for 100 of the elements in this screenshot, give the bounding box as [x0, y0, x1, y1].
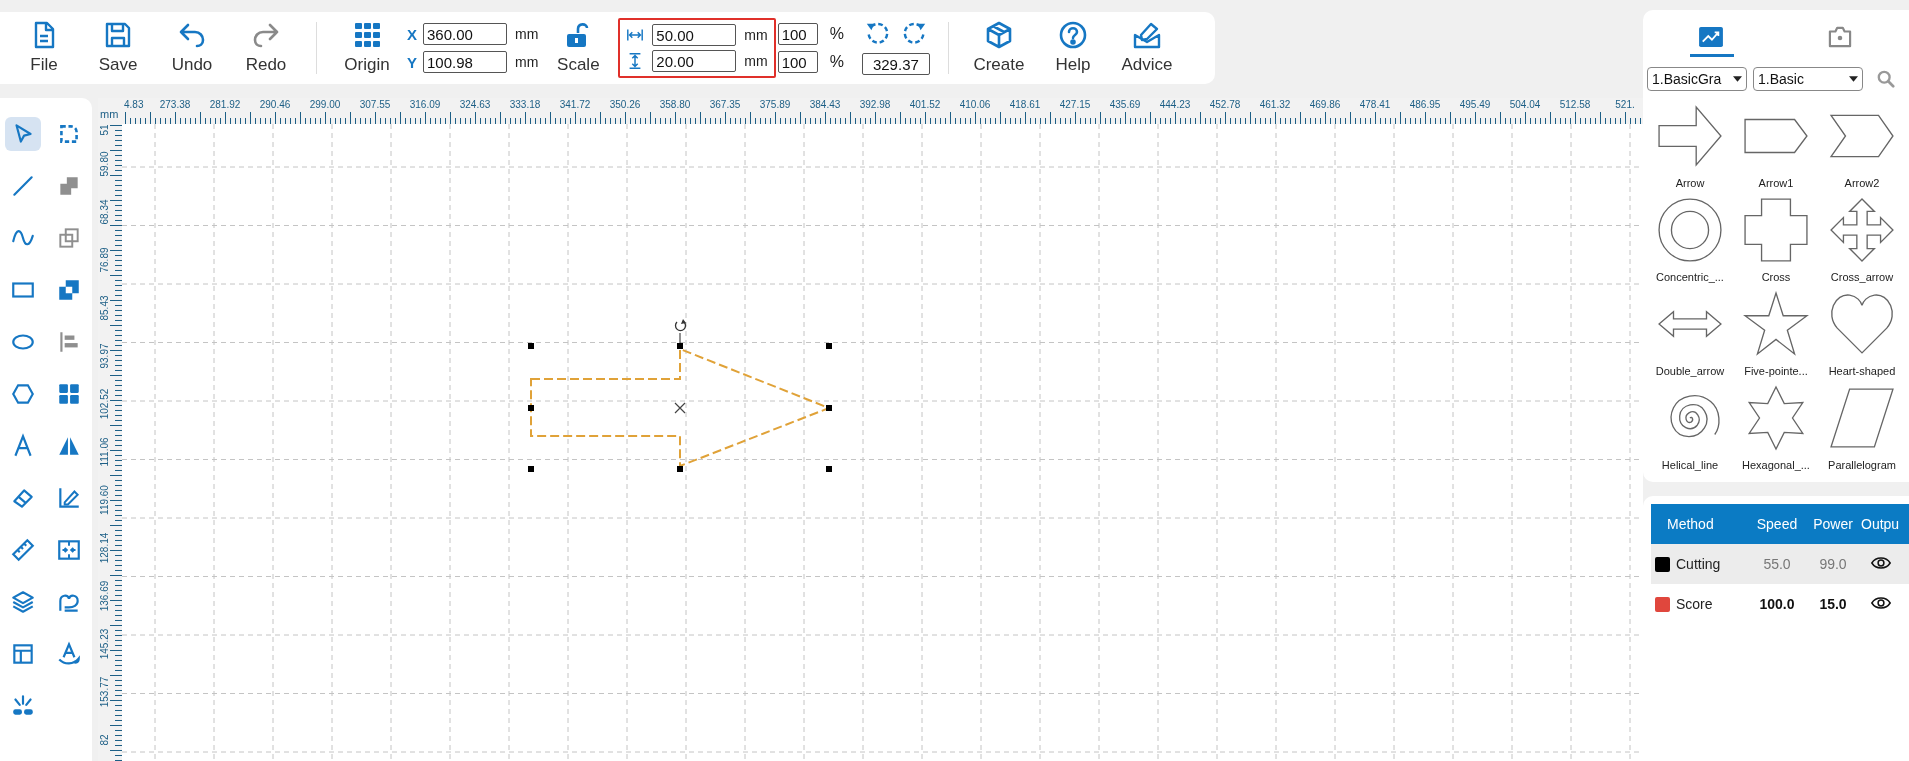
ruler-label: 367.35: [709, 99, 741, 110]
ruler-label: 401.52: [909, 99, 941, 110]
x-label: X: [407, 25, 418, 43]
save-icon: [104, 21, 132, 49]
shape-item[interactable]: Arrow1: [1733, 99, 1819, 193]
ruler-label: 82: [98, 734, 110, 746]
ruler-label: 51: [98, 124, 110, 136]
grid-icon: [353, 21, 381, 49]
text-on-path-icon: [56, 641, 82, 667]
x-field[interactable]: 360.00: [423, 23, 507, 45]
search-icon[interactable]: [1877, 70, 1895, 88]
y-label: Y: [407, 53, 418, 71]
ruler-label: 4.83: [124, 99, 144, 110]
ruler-label: 299.00: [309, 99, 341, 110]
shape-item[interactable]: Arrow: [1647, 99, 1733, 193]
layer-row[interactable]: Score 100.0 15.0: [1651, 584, 1909, 624]
hexagon-icon: [10, 381, 36, 407]
ruler-label: 273.38: [159, 99, 191, 110]
eye-icon[interactable]: [1871, 595, 1891, 610]
ruler-label: 418.61: [1009, 99, 1041, 110]
width-percent-field[interactable]: 100: [777, 23, 818, 45]
shape-item[interactable]: Hexagonal_...: [1733, 381, 1819, 475]
ruler-label: 392.98: [859, 99, 891, 110]
ruler-label: 85.43: [98, 295, 110, 321]
ruler-label: 136.69: [98, 580, 110, 612]
height-field[interactable]: 20.00: [652, 50, 737, 72]
height-percent-field[interactable]: 100: [777, 51, 818, 73]
fit-inward-icon: [56, 537, 82, 563]
column-header: Outpu: [1861, 516, 1901, 532]
ruler-label: 521.: [1615, 99, 1635, 110]
scale-button[interactable]: Scale: [544, 21, 613, 75]
ruler-label: 486.95: [1409, 99, 1441, 110]
undo-button[interactable]: Undo: [158, 21, 226, 75]
eye-icon[interactable]: [1871, 555, 1891, 570]
ruler-label: 290.46: [259, 99, 291, 110]
grid-squares-icon: [56, 381, 82, 407]
four-way-arrow-icon: [1829, 197, 1895, 263]
ruler-unit: mm: [100, 108, 119, 120]
subcategory-dropdown[interactable]: 1.Basic: [1753, 67, 1863, 91]
parallelogram-icon: [1829, 385, 1895, 451]
ruler-label: 495.49: [1459, 99, 1491, 110]
shape-item[interactable]: Heart-shaped: [1819, 287, 1905, 381]
shape-item[interactable]: Helical_line: [1647, 381, 1733, 475]
percent-label: %: [829, 25, 844, 43]
width-field[interactable]: 50.00: [652, 24, 737, 46]
tool-button[interactable]: [5, 117, 41, 151]
column-header: Method: [1666, 516, 1715, 532]
ruler-label: 153.77: [98, 676, 110, 708]
category-dropdown[interactable]: 1.BasicGra: [1647, 67, 1747, 91]
shape-item[interactable]: Concentric_...: [1647, 193, 1733, 287]
ruler-label: 469.86: [1309, 99, 1341, 110]
shape-item[interactable]: Double_arrow: [1647, 287, 1733, 381]
create-button[interactable]: Create: [964, 21, 1033, 75]
layout-icon: [10, 641, 36, 667]
ruler-icon: [10, 537, 36, 563]
ruler-label: 461.32: [1259, 99, 1291, 110]
power-value: 99.0: [1818, 556, 1848, 572]
shape-item[interactable]: Arrow2: [1819, 99, 1905, 193]
origin-button[interactable]: Origin: [333, 21, 401, 75]
unit-label: mm: [744, 53, 768, 69]
cross-icon: [1743, 197, 1809, 263]
overlap-icon: [56, 225, 82, 251]
y-field[interactable]: 100.98: [423, 51, 507, 73]
ruler-label: 358.80: [659, 99, 691, 110]
speed-value: 55.0: [1762, 556, 1792, 572]
angle-field[interactable]: 329.37: [861, 53, 930, 75]
ruler-label: 119.60: [98, 485, 110, 515]
layer-row[interactable]: Cutting 55.0 99.0: [1651, 544, 1909, 584]
unit-label: mm: [515, 54, 539, 70]
caret-icon: [1733, 76, 1742, 82]
ruler-label: 102.52: [98, 388, 110, 420]
ruler-label: 444.23: [1159, 99, 1191, 110]
ruler-label: 452.78: [1209, 99, 1241, 110]
concentric-circles-icon: [1657, 197, 1723, 263]
line-icon: [10, 173, 36, 199]
ruler-label: 68.34: [98, 199, 110, 225]
shape-item[interactable]: Cross: [1733, 193, 1819, 287]
advice-button[interactable]: Advice: [1112, 21, 1181, 75]
shape-item[interactable]: Five-pointe...: [1733, 287, 1819, 381]
ruler-label: 512.58: [1559, 99, 1591, 110]
help-icon: [1058, 21, 1087, 49]
cube-icon: [984, 21, 1013, 49]
color-swatch[interactable]: [1655, 596, 1670, 612]
file-button[interactable]: File: [10, 21, 78, 75]
shape-item[interactable]: Parallelogram: [1819, 381, 1905, 475]
unit-label: mm: [515, 26, 539, 42]
ruler-label: 145.23: [98, 628, 110, 660]
ruler-label: 504.04: [1509, 99, 1541, 110]
ruler-label: 333.18: [509, 99, 541, 110]
save-button[interactable]: Save: [84, 21, 152, 75]
ruler-label: 384.43: [809, 99, 841, 110]
color-swatch[interactable]: [1655, 556, 1670, 572]
arrow-icon: [1657, 103, 1723, 169]
column-header: Speed: [1755, 516, 1799, 532]
ruler-label: 427.15: [1059, 99, 1091, 110]
help-button[interactable]: Help: [1038, 21, 1107, 75]
shape-item[interactable]: Cross_arrow: [1819, 193, 1905, 287]
ruler-label: 59.80: [98, 151, 110, 177]
subtract-icon: [56, 277, 82, 303]
ruler-label: 281.92: [209, 99, 241, 110]
